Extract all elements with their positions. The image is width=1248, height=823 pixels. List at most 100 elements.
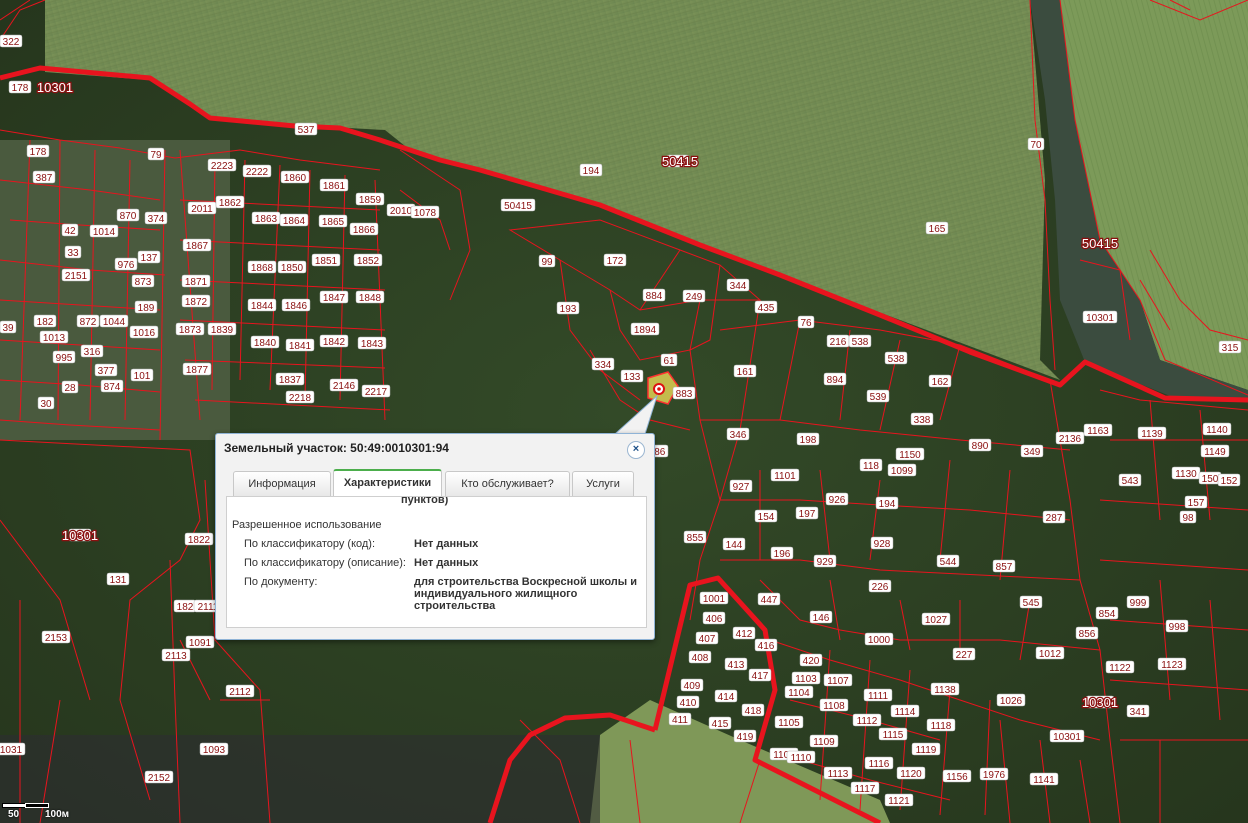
parcel-label: 249 (686, 292, 703, 303)
tab-information[interactable]: Информация (233, 471, 331, 496)
scale-segment-1 (2, 803, 26, 808)
parcel-label: 1113 (828, 769, 849, 780)
parcel-label: 894 (827, 375, 844, 386)
parcel-label: 2218 (289, 393, 312, 404)
parcel-label: 1026 (1000, 696, 1023, 707)
parcel-label: 76 (800, 318, 812, 329)
parcel-label: 2112 (229, 687, 251, 698)
parcel-label: 193 (560, 304, 577, 315)
parcel-label: 419 (737, 732, 754, 743)
parcel-label: 1859 (359, 195, 382, 206)
parcel-label: 182 (177, 602, 194, 613)
parcel-label: 2217 (365, 387, 388, 398)
parcel-label: 1863 (255, 214, 278, 225)
parcel-label: 1120 (900, 769, 922, 780)
parcel-label: 150 (1202, 474, 1219, 485)
parcel-label: 927 (733, 482, 750, 493)
parcel-label: 161 (737, 367, 754, 378)
tab-services[interactable]: Услуги (572, 471, 634, 496)
parcel-label: 2136 (1059, 434, 1082, 445)
parcel-label: 189 (138, 303, 155, 314)
parcel-label: 415 (712, 719, 729, 730)
parcel-label: 178 (12, 83, 29, 94)
parcel-label: 1842 (323, 337, 346, 348)
parcel-label: 1031 (0, 745, 23, 756)
close-icon[interactable]: × (627, 441, 645, 459)
map-canvas[interactable]: 178 178 79 387 42 870 374 1014 33 976 137 2151 873 18… (0, 0, 1248, 823)
parcel-label: 1867 (186, 241, 209, 252)
parcel-label: 133 (624, 372, 641, 383)
parcel-label: 1852 (357, 256, 380, 267)
parcel-label: 1117 (855, 784, 876, 795)
parcel-label: 322 (3, 37, 20, 48)
parcel-label: 873 (135, 277, 152, 288)
row-value-description: Нет данных (414, 557, 479, 569)
parcel-label: 884 (646, 291, 663, 302)
parcel-label: 1851 (315, 256, 338, 267)
parcel-label: 344 (730, 281, 747, 292)
parcel-label: 338 (914, 415, 931, 426)
parcel-label: 1110 (791, 753, 812, 764)
parcel-label: 198 (800, 435, 817, 446)
parcel-label: 1121 (888, 796, 910, 807)
parcel-label: 1140 (1206, 425, 1228, 436)
parcel-label: 42 (64, 226, 76, 237)
parcel-label: 1872 (185, 297, 208, 308)
row-value-document: для строительства Воскресной школы и инд… (414, 576, 638, 612)
parcel-label: 890 (972, 441, 989, 452)
parcel-label: 1122 (1109, 663, 1131, 674)
parcel-label: 1104 (788, 688, 810, 699)
parcel-label: 30 (40, 399, 52, 410)
tab-characteristics[interactable]: Характеристики (333, 469, 442, 496)
parcel-label: 999 (1130, 598, 1147, 609)
parcel-label: 411 (672, 715, 688, 726)
parcel-label: 1078 (414, 208, 437, 219)
parcel-label: 1044 (103, 317, 126, 328)
parcel-label: 414 (718, 692, 735, 703)
parcel-label: 118 (863, 461, 879, 472)
section-title: Разрешенное использование (232, 519, 382, 531)
parcel-label: 162 (932, 377, 949, 388)
parcel-label: 1012 (1039, 649, 1062, 660)
popup-title: Земельный участок: 50:49:0010301:94 (224, 441, 449, 455)
parcel-label: 1860 (284, 173, 307, 184)
parcel-label: 435 (758, 303, 775, 314)
dark-bottom (0, 735, 600, 823)
parcel-label: 194 (583, 166, 600, 177)
parcel-label: 409 (684, 681, 701, 692)
parcel-label: 1013 (43, 333, 66, 344)
parcel-label: 33 (67, 248, 79, 259)
parcel-label: 2222 (246, 167, 269, 178)
parcel-label: 1848 (359, 293, 382, 304)
parcel-label: 1116 (869, 759, 890, 770)
row-label-document: По документу: (244, 576, 318, 588)
parcel-label: 341 (1130, 707, 1147, 718)
parcel-label: 995 (56, 353, 73, 364)
parcel-label: 545 (1023, 598, 1040, 609)
parcel-label: 1149 (1204, 447, 1226, 458)
parcel-label: 1844 (251, 301, 274, 312)
parcel-label: 315 (1222, 343, 1239, 354)
village-area (0, 140, 230, 440)
parcel-label: 377 (98, 366, 115, 377)
parcel-label: 10301 (1053, 732, 1081, 743)
parcel-label: 928 (874, 539, 891, 550)
parcel-label: 1861 (323, 181, 346, 192)
parcel-label: 1847 (323, 293, 346, 304)
parcel-label: 1130 (1175, 469, 1197, 480)
quarter-label: 50415 (662, 154, 698, 169)
parcel-label: 28 (64, 383, 76, 394)
parcel-label: 1839 (211, 325, 234, 336)
characteristics-panel[interactable]: пунктов) Разрешенное использование По кл… (226, 496, 647, 628)
parcel-label: 544 (940, 557, 957, 568)
parcel-label: 416 (758, 641, 775, 652)
parcel-label: 856 (1079, 629, 1096, 640)
parcel-label: 998 (1169, 622, 1186, 633)
tab-who-serves[interactable]: Кто обслуживает? (445, 471, 570, 496)
parcel-info-popup: Земельный участок: 50:49:0010301:94 × Ин… (215, 433, 655, 640)
parcel-label: 538 (888, 354, 905, 365)
parcel-label: 1111 (868, 691, 888, 702)
parcel-label: 1099 (891, 466, 914, 477)
parcel-label: 99 (541, 257, 553, 268)
parcel-label: 410 (680, 698, 697, 709)
